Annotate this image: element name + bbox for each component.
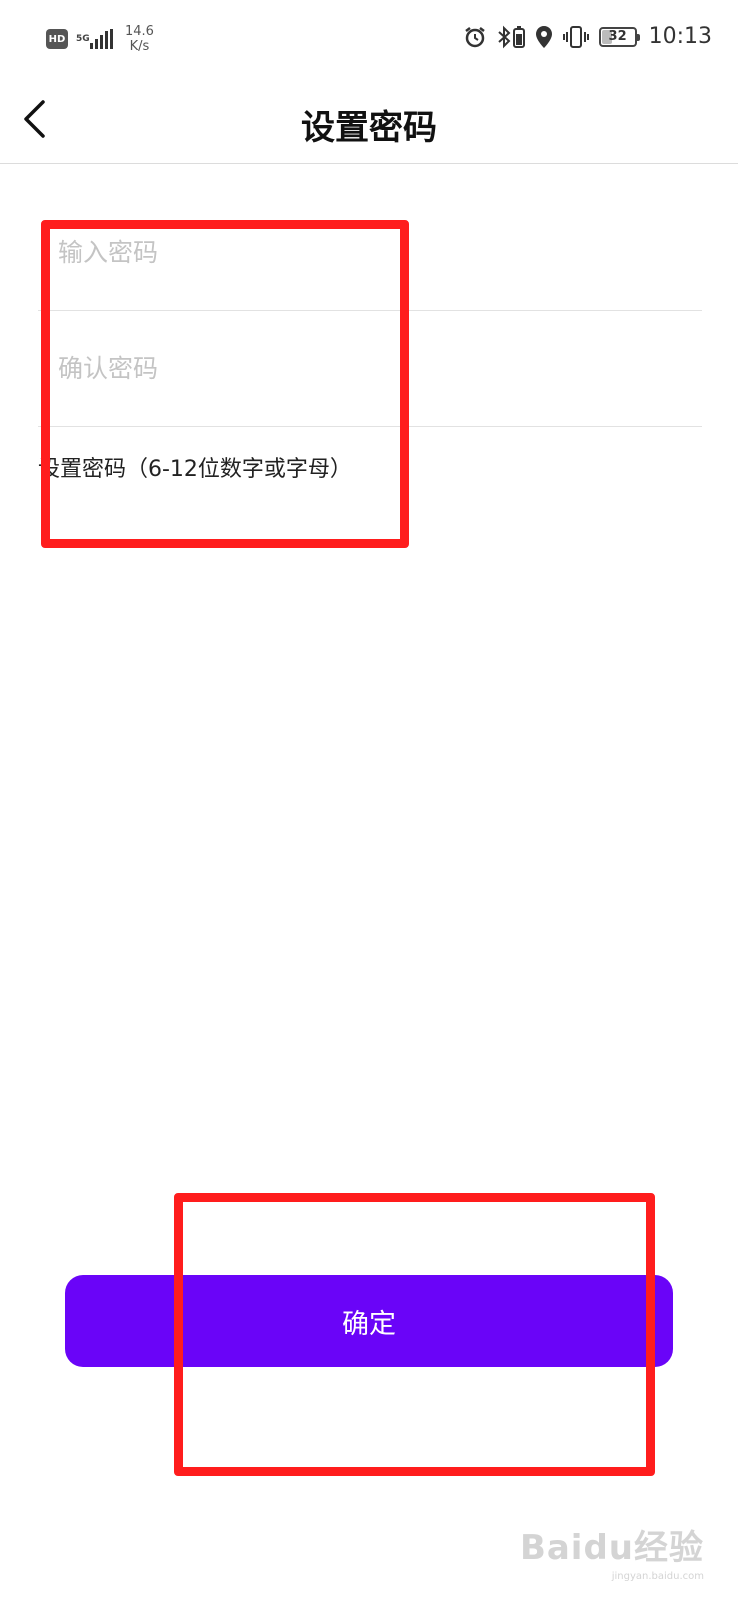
watermark: Baidu经验 jingyan.baidu.com [520, 1520, 704, 1582]
signal-icon [90, 29, 115, 49]
status-bar: HD 5G 14.6 K/s 32 10:13 [0, 0, 738, 84]
battery-level: 32 [608, 29, 627, 44]
speed-value: 14.6 [125, 24, 154, 39]
bluetooth-icon [497, 25, 525, 49]
alarm-icon [463, 25, 487, 49]
network-speed: 14.6 K/s [125, 24, 154, 54]
confirm-button[interactable]: 确定 [65, 1275, 673, 1367]
password-hint: 设置密码（6-12位数字或字母） [38, 457, 352, 482]
confirm-password-row [38, 311, 702, 427]
clock: 10:13 [648, 24, 712, 49]
password-input[interactable] [38, 222, 702, 283]
hd-badge: HD [46, 29, 68, 49]
confirm-password-input[interactable] [38, 338, 702, 399]
password-row [38, 195, 702, 311]
status-right: 32 10:13 [463, 24, 712, 49]
password-form: 设置密码（6-12位数字或字母） [38, 195, 702, 483]
location-icon [535, 25, 553, 49]
speed-unit: K/s [129, 39, 150, 54]
battery-icon: 32 [598, 26, 640, 47]
nav-header: 设置密码 [0, 84, 738, 164]
set-password-screen: HD 5G 14.6 K/s 32 10:13 设置密码 设置密码（6-12位数… [0, 0, 738, 1600]
watermark-logo: Baidu经验 [519, 1528, 704, 1568]
status-left: HD 5G 14.6 K/s [46, 24, 154, 54]
watermark-url: jingyan.baidu.com [611, 1571, 704, 1582]
network-type: 5G [76, 33, 90, 44]
page-title: 设置密码 [301, 108, 437, 148]
vibrate-icon [562, 25, 589, 49]
